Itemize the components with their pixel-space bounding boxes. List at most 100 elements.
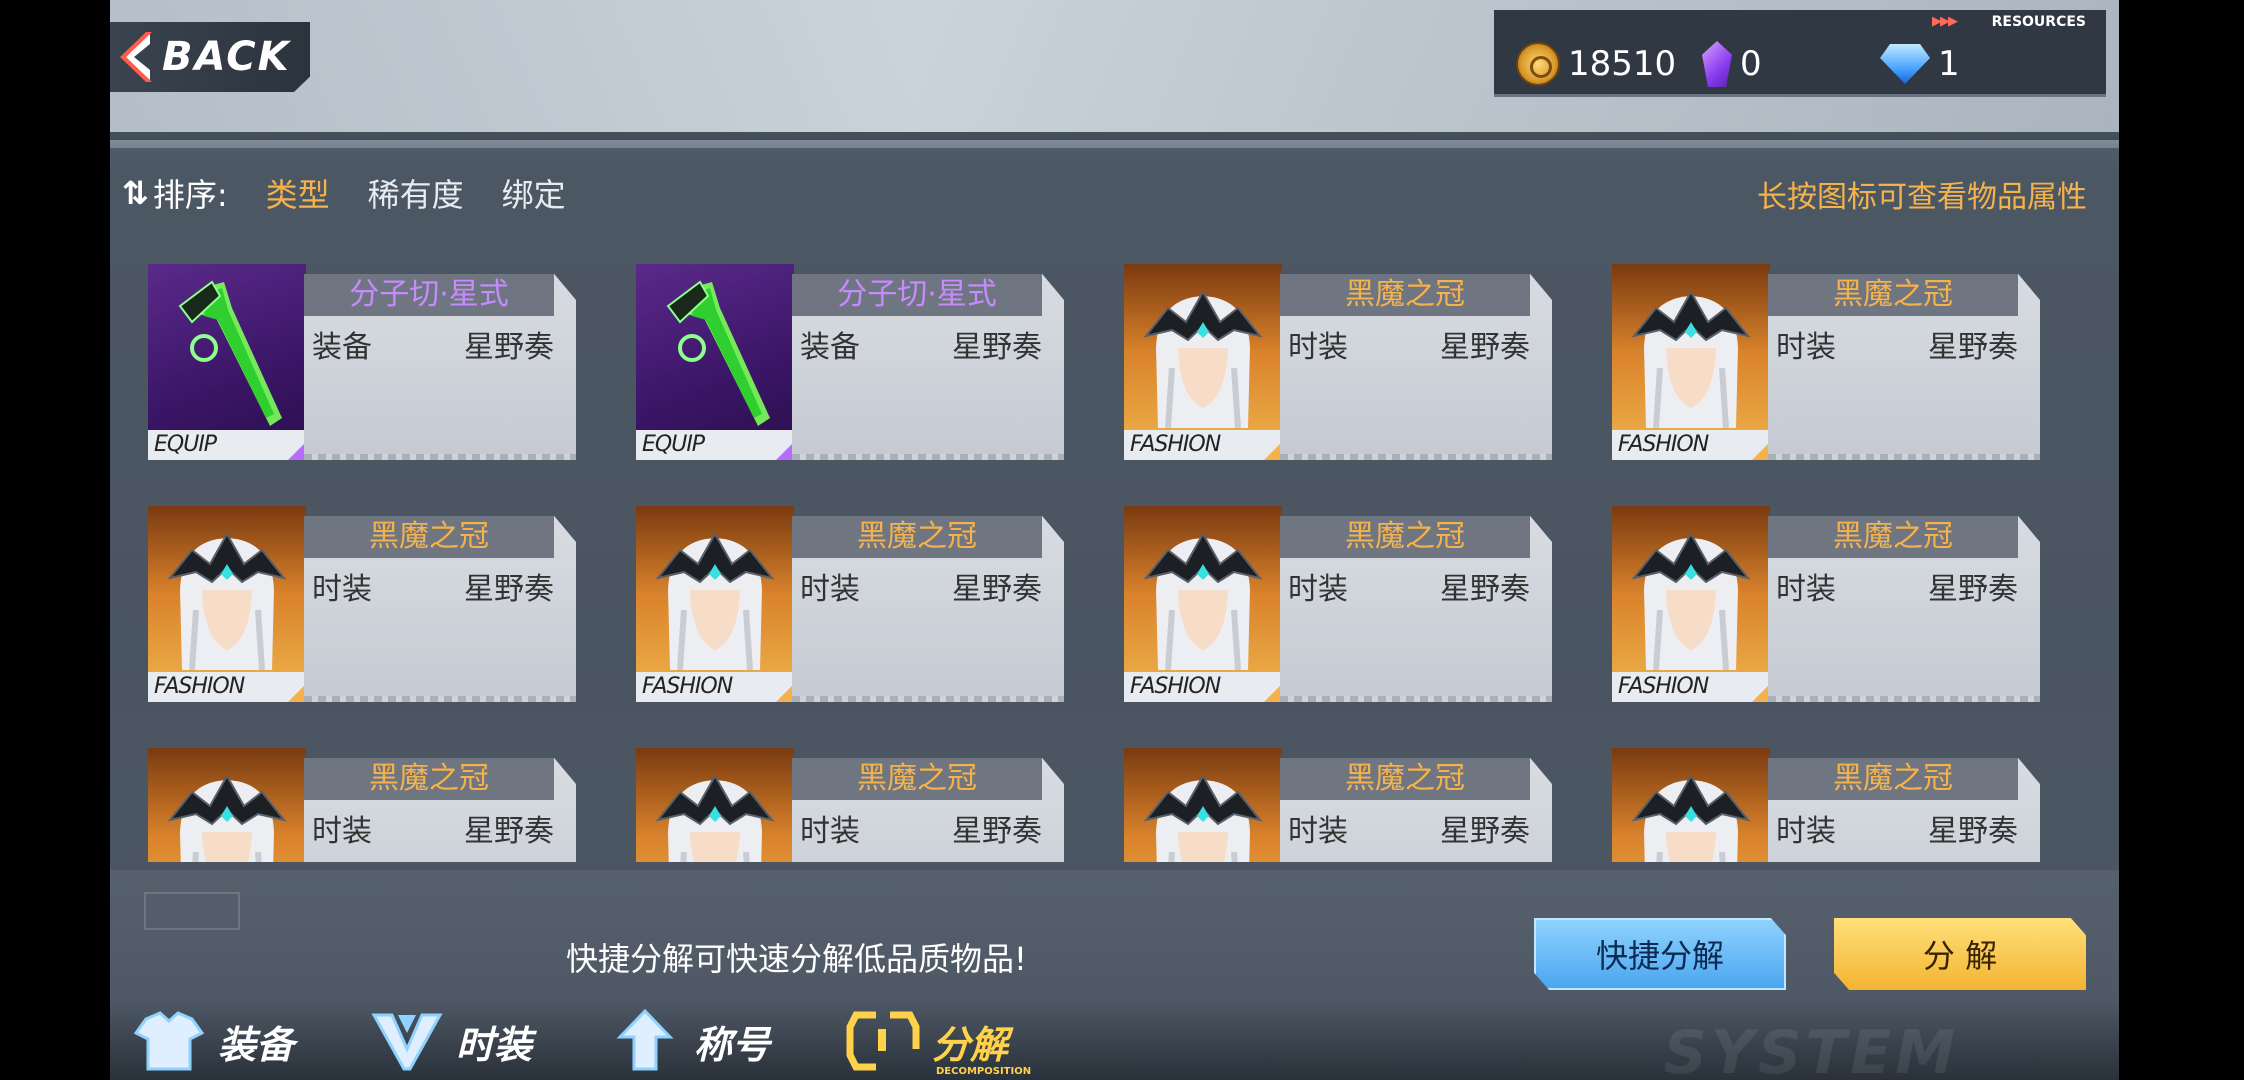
item-type: 时装 bbox=[1288, 572, 1348, 607]
item-category-label: EQUIP bbox=[148, 430, 306, 460]
item-thumbnail[interactable]: FASHION bbox=[636, 506, 794, 702]
resources-arrows-icon: ▶▶▶ bbox=[1932, 14, 1958, 29]
item-thumbnail[interactable]: FASHION bbox=[1612, 264, 1770, 460]
item-card[interactable]: FASHION黑魔之冠时装星野奏 bbox=[1612, 746, 2042, 862]
tab-decompose-label: 分解 bbox=[932, 1022, 1009, 1067]
crown-character-image bbox=[167, 531, 287, 671]
item-info: 黑魔之冠 时装 星野奏 bbox=[1768, 516, 2040, 702]
sort-icon: ⇅ bbox=[122, 174, 149, 212]
sort-option-bound[interactable]: 绑定 bbox=[502, 170, 566, 216]
sword-image bbox=[666, 280, 770, 426]
rarity-corner-icon bbox=[288, 442, 306, 460]
game-screen: BACK ▶▶▶ RESOURCES 18510 0 1 ⇅ 排序: 类型 稀有… bbox=[110, 0, 2119, 1080]
item-card[interactable]: FASHION黑魔之冠时装星野奏 bbox=[148, 504, 578, 704]
rarity-corner-icon bbox=[288, 684, 306, 702]
tab-title-label: 称号 bbox=[694, 1022, 771, 1067]
item-owner: 星野奏 bbox=[1928, 330, 2018, 365]
item-owner: 星野奏 bbox=[1440, 330, 1530, 365]
item-thumbnail[interactable]: FASHION bbox=[1612, 748, 1770, 862]
item-owner: 星野奏 bbox=[464, 572, 554, 607]
item-owner: 星野奏 bbox=[1928, 814, 2018, 849]
item-category-label: FASHION bbox=[636, 672, 794, 702]
crown-character-image bbox=[655, 773, 775, 862]
item-thumbnail[interactable]: FASHION bbox=[148, 748, 306, 862]
item-card[interactable]: FASHION黑魔之冠时装星野奏 bbox=[148, 746, 578, 862]
item-card[interactable]: FASHION黑魔之冠时装星野奏 bbox=[1124, 746, 1554, 862]
card-stripe bbox=[792, 454, 1064, 460]
card-stripe bbox=[1280, 454, 1552, 460]
item-thumbnail[interactable]: FASHION bbox=[1124, 264, 1282, 460]
item-thumbnail[interactable]: FASHION bbox=[148, 506, 306, 702]
back-button[interactable]: BACK bbox=[110, 22, 310, 92]
tab-decompose[interactable]: 分解 DECOMPOSITION bbox=[846, 1008, 1031, 1077]
item-info: 分子切·星式 装备 星野奏 bbox=[304, 274, 576, 460]
item-card[interactable]: FASHION黑魔之冠时装星野奏 bbox=[636, 504, 1066, 704]
item-thumbnail[interactable]: EQUIP bbox=[636, 264, 794, 460]
item-name: 黑魔之冠 bbox=[1768, 516, 2018, 558]
sort-option-rarity[interactable]: 稀有度 bbox=[368, 170, 464, 216]
tab-equip[interactable]: 装备 bbox=[132, 1008, 294, 1074]
item-category-label: EQUIP bbox=[636, 430, 794, 460]
quick-decompose-button[interactable]: 快捷分解 bbox=[1534, 918, 1786, 990]
item-category-label: FASHION bbox=[1612, 430, 1770, 460]
diamond-amount: 1 bbox=[1938, 44, 1960, 84]
gold-coin-icon bbox=[1516, 42, 1560, 86]
item-info: 黑魔之冠 时装 星野奏 bbox=[1280, 274, 1552, 460]
gold-resource: 18510 bbox=[1516, 42, 1676, 86]
item-card[interactable]: FASHION黑魔之冠时装星野奏 bbox=[1612, 262, 2042, 462]
item-info: 黑魔之冠 时装 星野奏 bbox=[304, 516, 576, 702]
rarity-corner-icon bbox=[1752, 442, 1770, 460]
crown-character-image bbox=[167, 773, 287, 862]
item-owner: 星野奏 bbox=[1440, 814, 1530, 849]
tab-fashion[interactable]: 时装 bbox=[370, 1008, 532, 1074]
item-name: 分子切·星式 bbox=[304, 274, 554, 316]
item-info: 黑魔之冠 时装 星野奏 bbox=[1280, 516, 1552, 702]
decompose-tip: 快捷分解可快速分解低品质物品! bbox=[566, 940, 1027, 978]
rarity-corner-icon bbox=[776, 442, 794, 460]
item-thumbnail[interactable]: FASHION bbox=[636, 748, 794, 862]
crown-character-image bbox=[1631, 289, 1751, 429]
item-category-label: FASHION bbox=[148, 672, 306, 702]
shirt-icon bbox=[133, 1011, 205, 1071]
rarity-corner-icon bbox=[1264, 442, 1282, 460]
diamond-resource: 1 bbox=[1880, 42, 1960, 86]
item-card[interactable]: EQUIP 分子切·星式 装备 星野奏 bbox=[636, 262, 1066, 462]
decompose-button[interactable]: 分 解 bbox=[1834, 918, 2086, 990]
back-arrow-icon bbox=[120, 32, 152, 82]
card-stripe bbox=[1768, 454, 2040, 460]
rarity-corner-icon bbox=[776, 684, 794, 702]
crown-character-image bbox=[1143, 289, 1263, 429]
item-owner: 星野奏 bbox=[464, 330, 554, 365]
item-thumbnail[interactable]: FASHION bbox=[1124, 506, 1282, 702]
item-card[interactable]: FASHION黑魔之冠时装星野奏 bbox=[636, 746, 1066, 862]
item-card[interactable]: EQUIP 分子切·星式 装备 星野奏 bbox=[148, 262, 578, 462]
diamond-icon bbox=[1880, 44, 1930, 84]
item-type: 装备 bbox=[800, 330, 860, 365]
item-card[interactable]: FASHION黑魔之冠时装星野奏 bbox=[1124, 262, 1554, 462]
item-thumbnail[interactable]: EQUIP bbox=[148, 264, 306, 460]
rarity-corner-icon bbox=[1264, 684, 1282, 702]
long-press-hint: 长按图标可查看物品属性 bbox=[1757, 180, 2087, 215]
item-name: 黑魔之冠 bbox=[304, 516, 554, 558]
card-stripe bbox=[792, 696, 1064, 702]
crystal-icon bbox=[1702, 41, 1732, 87]
item-card[interactable]: FASHION黑魔之冠时装星野奏 bbox=[1124, 504, 1554, 704]
sword-image bbox=[178, 280, 282, 426]
card-stripe bbox=[304, 696, 576, 702]
item-info: 黑魔之冠 时装 星野奏 bbox=[1768, 758, 2040, 862]
tab-title[interactable]: 称号 bbox=[608, 1008, 770, 1074]
item-thumbnail[interactable]: FASHION bbox=[1124, 748, 1282, 862]
sort-option-type[interactable]: 类型 bbox=[255, 164, 340, 222]
item-owner: 星野奏 bbox=[952, 814, 1042, 849]
item-owner: 星野奏 bbox=[1928, 572, 2018, 607]
crown-character-image bbox=[1143, 531, 1263, 671]
crown-character-image bbox=[655, 531, 775, 671]
item-card[interactable]: FASHION黑魔之冠时装星野奏 bbox=[1612, 504, 2042, 704]
item-thumbnail[interactable]: FASHION bbox=[1612, 506, 1770, 702]
item-info: 黑魔之冠 时装 星野奏 bbox=[1280, 758, 1552, 862]
item-type: 时装 bbox=[800, 572, 860, 607]
item-name: 黑魔之冠 bbox=[1280, 516, 1530, 558]
item-owner: 星野奏 bbox=[952, 330, 1042, 365]
crystal-amount: 0 bbox=[1740, 44, 1762, 84]
item-type: 时装 bbox=[1776, 330, 1836, 365]
